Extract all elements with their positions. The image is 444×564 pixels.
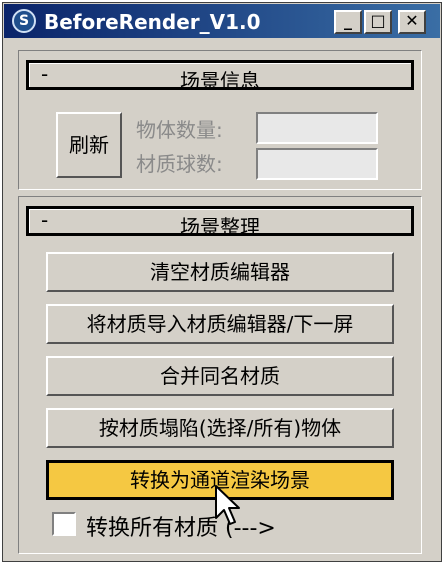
material-count-label: 材质球数: (136, 152, 223, 176)
object-count-label: 物体数量: (136, 118, 223, 142)
merge-same-name-materials-button[interactable]: 合并同名材质 (46, 356, 394, 396)
scene-info-title: 场景信息 (180, 69, 260, 93)
maximize-button[interactable]: □ (364, 10, 392, 34)
convert-all-materials-label: 转换所有材质 (---> (86, 516, 276, 541)
3dsmax-app-icon: S (12, 9, 36, 33)
mouse-cursor-icon (215, 485, 240, 525)
collapse-by-material-button[interactable]: 按材质塌陷(选择/所有)物体 (46, 408, 394, 448)
clear-material-editor-button[interactable]: 清空材质编辑器 (46, 252, 394, 292)
object-count-field[interactable] (256, 112, 378, 144)
minimize-button[interactable]: _ (334, 10, 362, 34)
material-count-field[interactable] (256, 148, 378, 180)
scene-cleanup-title: 场景整理 (180, 215, 260, 239)
scene-cleanup-rollout-header[interactable]: - 场景整理 (26, 206, 414, 239)
scene-info-rollout-header[interactable]: - 场景信息 (26, 60, 414, 93)
convert-all-materials-checkbox[interactable] (52, 512, 76, 536)
window-title: BeforeRender_V1.0 (44, 10, 261, 34)
close-button[interactable]: ✕ (398, 10, 426, 34)
refresh-button[interactable]: 刷新 (56, 112, 122, 178)
title-bar[interactable]: S BeforeRender_V1.0 _ □ ✕ (4, 4, 440, 38)
import-materials-button[interactable]: 将材质导入材质编辑器/下一屏 (46, 304, 394, 344)
